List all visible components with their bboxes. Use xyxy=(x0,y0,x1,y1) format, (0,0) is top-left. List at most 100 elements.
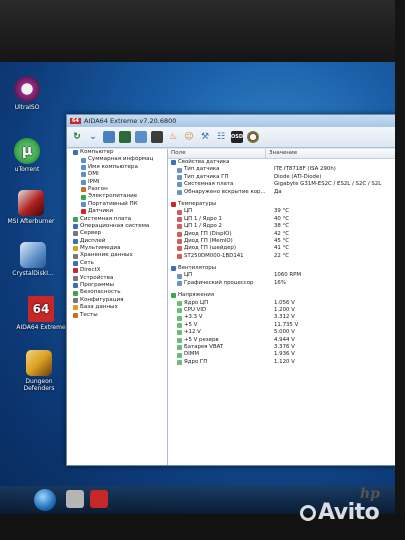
tree-item[interactable]: Сеть xyxy=(67,260,167,267)
sensor-row[interactable]: Диод ГП (DispIO) 42 °C xyxy=(168,231,395,238)
tree-item[interactable]: Программы xyxy=(67,282,167,289)
tree-item-label: IPMI xyxy=(88,178,100,185)
column-header-value[interactable]: Значение xyxy=(266,149,297,158)
desktop-icon-label: MSI Afterburner xyxy=(7,218,55,225)
crystaldiskinfo-icon xyxy=(20,242,46,268)
sensor-value: 41 °C xyxy=(274,245,290,252)
tree-item[interactable]: Безопасность xyxy=(67,289,167,296)
refresh-icon[interactable]: ↻ xyxy=(71,131,83,143)
memory-icon[interactable] xyxy=(119,131,131,143)
desktop-icon-utorrent[interactable]: µ uTorrent xyxy=(0,138,54,173)
report-icon[interactable] xyxy=(103,131,115,143)
column-header-field[interactable]: Поле xyxy=(168,149,266,158)
sensor-row[interactable]: DIMM 1.936 V xyxy=(168,351,395,358)
aida64-window: 64 AIDA64 Extreme v7.20.6800 ↻ ⌄ ♨ ☺ ⚒ ☷… xyxy=(66,114,395,466)
tree-item-label: Компьютер xyxy=(80,149,114,155)
tree-item[interactable]: Мультимедиа xyxy=(67,245,167,252)
tree-item[interactable]: Имя компьютера xyxy=(67,164,167,171)
aida64-taskbar-icon[interactable] xyxy=(90,490,108,508)
tree-item[interactable]: Конфигурация xyxy=(67,297,167,304)
sensor-icon xyxy=(177,359,182,365)
tree-item[interactable]: IPMI xyxy=(67,179,167,186)
tree-item-label: Конфигурация xyxy=(80,296,124,303)
sensor-icon xyxy=(177,224,182,230)
tree-item-label: Датчики xyxy=(88,208,114,215)
tree-item[interactable]: Суммарная информац xyxy=(67,156,167,163)
explorer-taskbar-icon[interactable] xyxy=(66,490,84,508)
desktop-icon-crystaldiskinfo[interactable]: CrystalDiskI... xyxy=(6,242,60,277)
section-header: Напряжения xyxy=(168,292,395,299)
sensor-row[interactable]: +3.3 V 3.312 V xyxy=(168,314,395,321)
tree-item[interactable]: Устройства xyxy=(67,275,167,282)
window-titlebar[interactable]: 64 AIDA64 Extreme v7.20.6800 xyxy=(67,115,395,127)
sensor-icon xyxy=(177,167,182,173)
tree-item[interactable]: Датчики xyxy=(67,208,167,215)
toolbar: ↻ ⌄ ♨ ☺ ⚒ ☷ OSD xyxy=(67,127,395,148)
tree-item[interactable]: Системная плата xyxy=(67,216,167,223)
chevron-down-icon[interactable]: ⌄ xyxy=(87,131,99,143)
user-icon[interactable]: ☺ xyxy=(183,131,195,143)
tree-item[interactable]: Тесты xyxy=(67,312,167,319)
sensor-row[interactable]: Обнаружено вскрытие кор... Да xyxy=(168,189,395,196)
sensor-value: 1060 RPM xyxy=(274,272,302,279)
tree-item-icon xyxy=(73,268,78,274)
avito-watermark: Avito xyxy=(300,500,380,525)
chip-icon[interactable] xyxy=(151,131,163,143)
tree-item-label: Сеть xyxy=(80,259,94,266)
sensor-row[interactable]: +5 V резерв 4.944 V xyxy=(168,337,395,344)
sensor-icon xyxy=(177,253,182,259)
sensor-row[interactable]: Диод ГП (MemIO) 45 °C xyxy=(168,238,395,245)
sensor-row[interactable]: Диод ГП (шейдер) 41 °C xyxy=(168,245,395,252)
sensor-icon xyxy=(177,308,182,314)
osd-button[interactable]: OSD xyxy=(231,131,243,143)
sensor-row[interactable]: Ядро ЦП 1.056 V xyxy=(168,300,395,307)
tree-item[interactable]: База данных xyxy=(67,304,167,311)
desktop-icon-aida64[interactable]: 64 AIDA64 Extreme xyxy=(14,296,68,331)
sensor-row[interactable]: Ядро ГП 1.120 V xyxy=(168,359,395,366)
desktop-icon-ultraiso[interactable]: UltraISO xyxy=(0,76,54,111)
sensor-row[interactable]: Тип датчика ГП Diode (ATI-Diode) xyxy=(168,174,395,181)
tree-item[interactable]: DMI xyxy=(67,171,167,178)
chart-icon[interactable]: ☷ xyxy=(215,131,227,143)
sensor-row[interactable]: +5 V 11.735 V xyxy=(168,322,395,329)
sensor-value: 42 °C xyxy=(274,230,290,237)
tree-item[interactable]: Портативный ПК xyxy=(67,201,167,208)
tree-item[interactable]: Компьютер xyxy=(67,149,167,156)
tree-item[interactable]: Хранение данных xyxy=(67,252,167,259)
sensor-row[interactable]: ЦП 1 / Ядро 2 38 °C xyxy=(168,223,395,230)
gauge-icon[interactable] xyxy=(247,131,259,143)
sensor-field: Тип датчика ГП xyxy=(184,173,229,180)
tree-item[interactable]: Разгон xyxy=(67,186,167,193)
network-icon[interactable] xyxy=(135,131,147,143)
sensor-value: Gigabyte G31M-ES2C / ES2L / S2C / S2L xyxy=(274,181,382,188)
sensor-row[interactable]: Тип датчика ITE IT8718F (ISA 290h) xyxy=(168,166,395,173)
tree-item[interactable]: Операционная система xyxy=(67,223,167,230)
section-icon xyxy=(171,202,176,208)
tree-item[interactable]: DirectX xyxy=(67,267,167,274)
tree-item-icon xyxy=(73,275,78,281)
sensor-field: ЦП xyxy=(184,208,193,215)
flame-icon[interactable]: ♨ xyxy=(167,131,179,143)
tree-item[interactable]: Сервер xyxy=(67,230,167,237)
sensor-row[interactable]: ST250DM000-1BD141 22 °C xyxy=(168,253,395,260)
sensor-field: Ядро ЦП xyxy=(184,299,209,306)
sensor-row[interactable]: CPU VID 1.200 V xyxy=(168,307,395,314)
desktop-icon-dungeon-defenders[interactable]: Dungeon Defenders xyxy=(12,350,66,392)
sensor-row[interactable]: Системная плата Gigabyte G31M-ES2C / ES2L… xyxy=(168,181,395,188)
wrench-icon[interactable]: ⚒ xyxy=(199,131,211,143)
desktop-icon-msi-afterburner[interactable]: MSI Afterburner xyxy=(4,190,58,225)
tree-item-label: Сервер xyxy=(80,230,102,237)
tree-item-label: Программы xyxy=(80,282,114,289)
sensor-row[interactable]: ЦП 39 °C xyxy=(168,208,395,215)
sensor-row[interactable]: ЦП 1060 RPM xyxy=(168,272,395,279)
tree-item[interactable]: Дисплей xyxy=(67,238,167,245)
sensor-row[interactable]: Батарея VBAT 3.376 V xyxy=(168,344,395,351)
sensor-icon xyxy=(177,231,182,237)
sensor-value: 3.312 V xyxy=(274,314,295,321)
tree-item[interactable]: Электропитание xyxy=(67,193,167,200)
sensor-row[interactable]: +12 V 5.000 V xyxy=(168,329,395,336)
avito-logo-icon xyxy=(300,505,316,521)
sensor-row[interactable]: Графический процессор 16% xyxy=(168,280,395,287)
start-button[interactable] xyxy=(34,489,56,511)
sensor-row[interactable]: ЦП 1 / Ядро 1 40 °C xyxy=(168,216,395,223)
